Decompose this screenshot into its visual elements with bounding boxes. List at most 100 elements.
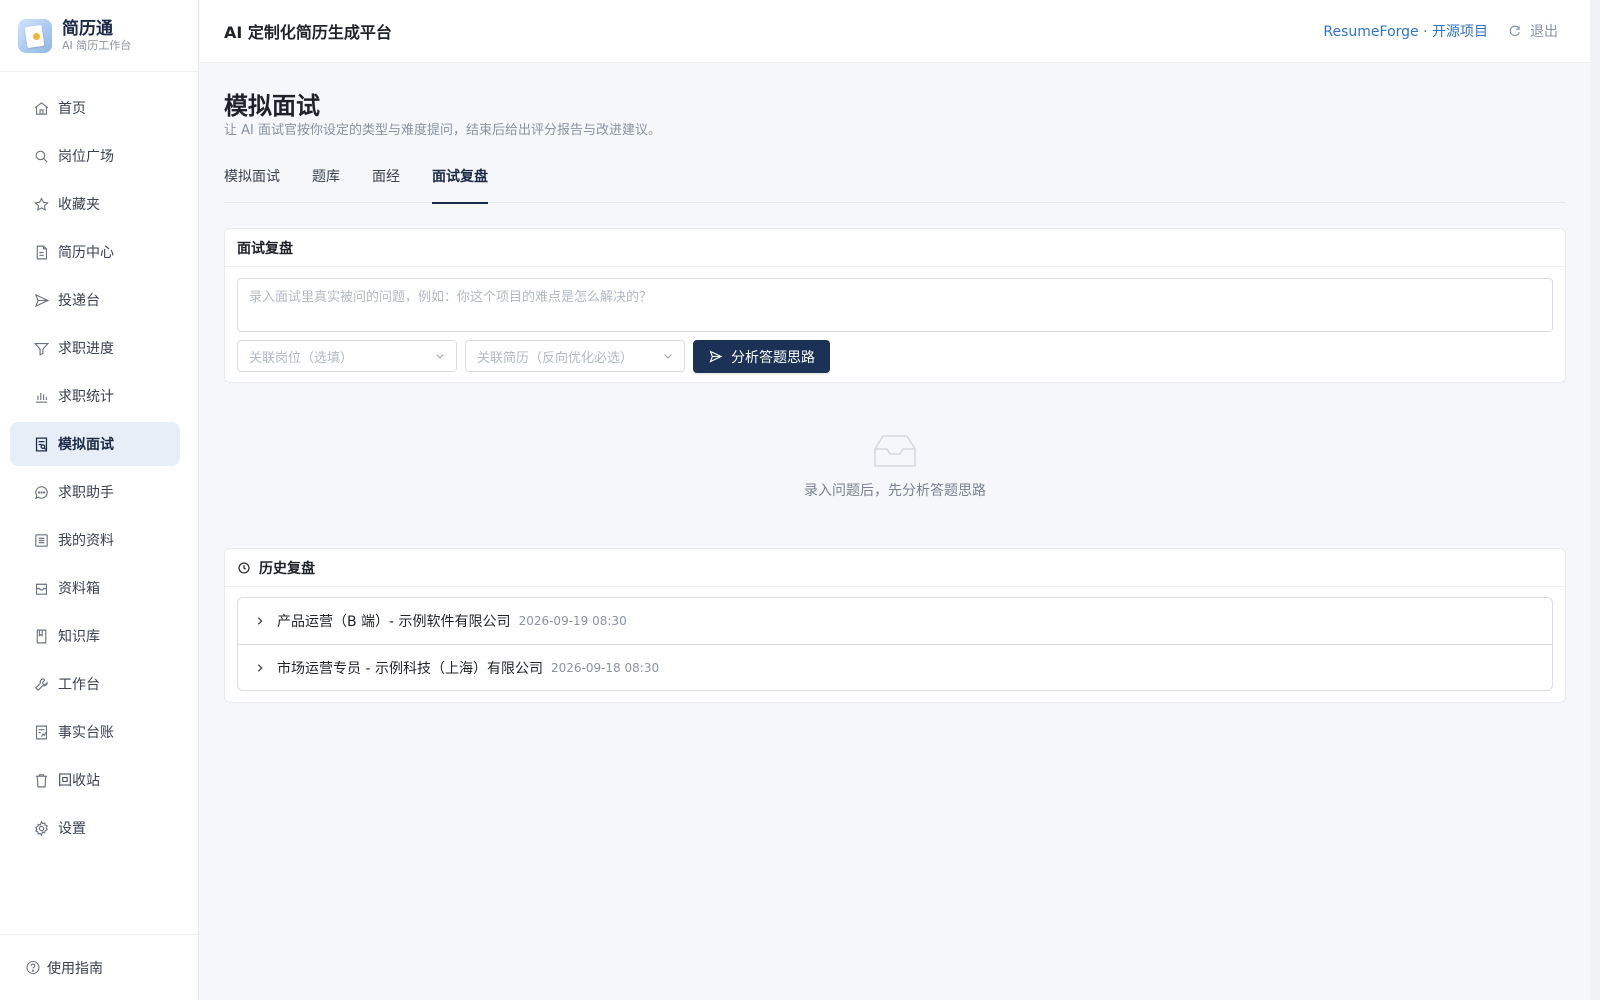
trash-icon [32, 771, 50, 789]
history-item-title: 产品运营（B 端）- 示例软件有限公司 [277, 614, 511, 630]
interview-icon [32, 435, 50, 453]
sidebar-item-label: 投递台 [58, 293, 100, 309]
logout-icon [1509, 25, 1520, 36]
tab-question-bank[interactable]: 题库 [312, 162, 340, 203]
star-icon [32, 195, 50, 213]
sidebar-item-resume-center[interactable]: 简历中心 [10, 230, 180, 274]
sidebar-item-label: 求职助手 [58, 485, 114, 501]
sidebar-item-label: 首页 [58, 101, 86, 117]
review-card-title: 面试复盘 [225, 229, 1565, 267]
analyze-button-label: 分析答题思路 [731, 349, 815, 366]
sidebar-item-job-square[interactable]: 岗位广场 [10, 134, 180, 178]
brand-subtitle: AI 简历工作台 [62, 38, 132, 52]
position-select-placeholder: 关联岗位（选填） [249, 350, 354, 366]
sidebar-item-settings[interactable]: 设置 [10, 806, 180, 850]
interview-tabs: 模拟面试 题库 面经 面试复盘 [224, 162, 1566, 204]
tab-mock-interview[interactable]: 模拟面试 [224, 162, 280, 203]
tab-interview-review[interactable]: 面试复盘 [432, 162, 488, 204]
sidebar-item-home[interactable]: 首页 [10, 86, 180, 130]
analyze-button[interactable]: 分析答题思路 [693, 340, 830, 373]
page-scrollbar[interactable] [1590, 0, 1600, 1000]
brand-name: 简历通 [62, 18, 113, 39]
gear-icon [32, 819, 50, 837]
sidebar-item-label: 事实台账 [58, 725, 114, 741]
empty-state-text: 录入问题后，先分析答题思路 [804, 482, 986, 499]
page-title: 模拟面试 [224, 92, 320, 120]
chevron-right-icon [257, 617, 263, 625]
send-icon [709, 350, 723, 363]
sidebar-item-label: 岗位广场 [58, 149, 114, 165]
ledger-icon [32, 723, 50, 741]
filter-icon [32, 339, 50, 357]
history-list: 产品运营（B 端）- 示例软件有限公司 2026-09-19 08:30 市场运… [237, 597, 1553, 691]
sidebar-item-fact-ledger[interactable]: 事实台账 [10, 710, 180, 754]
sidebar-item-label: 设置 [58, 821, 86, 837]
sidebar-item-mock-interview[interactable]: 模拟面试 [10, 422, 180, 466]
sidebar-item-label: 知识库 [58, 629, 100, 645]
sidebar-item-label: 模拟面试 [58, 437, 114, 453]
sidebar-item-label: 收藏夹 [58, 197, 100, 213]
user-guide-link[interactable]: 使用指南 [0, 934, 199, 1000]
chat-icon [32, 483, 50, 501]
top-header: AI 定制化简历生成平台 ResumeForge · 开源项目 退出 [200, 0, 1590, 63]
sidebar-item-label: 简历中心 [58, 245, 114, 261]
empty-inbox-icon [874, 434, 916, 467]
history-item-title: 市场运营专员 - 示例科技（上海）有限公司 [277, 660, 543, 677]
sidebar-item-favorites[interactable]: 收藏夹 [10, 182, 180, 226]
review-controls: 关联岗位（选填） 关联简历（反向优化必选） 分析答题思路 [237, 340, 1553, 373]
send-icon [32, 291, 50, 309]
history-item[interactable]: 产品运营（B 端）- 示例软件有限公司 2026-09-19 08:30 [238, 598, 1552, 644]
sidebar-item-label: 我的资料 [58, 533, 114, 549]
chevron-down-icon [664, 354, 672, 359]
history-item[interactable]: 市场运营专员 - 示例科技（上海）有限公司 2026-09-18 08:30 [238, 644, 1552, 690]
chevron-right-icon [257, 663, 263, 672]
position-select[interactable]: 关联岗位（选填） [237, 340, 457, 372]
history-card-title: 历史复盘 [259, 560, 315, 577]
chevron-down-icon [436, 354, 444, 359]
empty-state: 录入问题后，先分析答题思路 [224, 383, 1566, 548]
user-guide-label: 使用指南 [47, 960, 103, 977]
search-icon [32, 147, 50, 165]
sidebar-item-label: 资料箱 [58, 581, 100, 597]
document-icon [32, 243, 50, 261]
logout-label: 退出 [1530, 24, 1558, 40]
inbox-icon [32, 579, 50, 597]
sidebar-item-assistant[interactable]: 求职助手 [10, 470, 180, 514]
page-description: 让 AI 面试官按你设定的类型与难度提问，结束后给出评分报告与改进建议。 [224, 123, 661, 138]
resume-select-placeholder: 关联简历（反向优化必选） [477, 350, 634, 366]
history-item-date: 2026-09-19 08:30 [518, 614, 627, 628]
sidebar-item-material-box[interactable]: 资料箱 [10, 566, 180, 610]
sidebar-item-knowledge-base[interactable]: 知识库 [10, 614, 180, 658]
sidebar-item-statistics[interactable]: 求职统计 [10, 374, 180, 418]
profile-list-icon [32, 531, 50, 549]
sidebar-item-label: 求职统计 [58, 389, 114, 405]
logout-button[interactable]: 退出 [1508, 21, 1558, 41]
sidebar-item-label: 求职进度 [58, 341, 114, 357]
question-input[interactable] [237, 278, 1553, 332]
brand-logo-icon [18, 18, 52, 53]
history-item-date: 2026-09-18 08:30 [550, 660, 660, 675]
review-card: 面试复盘 关联岗位（选填） 关联简历（反向优化必选） 分析答题思路 [224, 228, 1566, 383]
history-clock-icon [238, 561, 250, 574]
brand[interactable]: 简历通 AI 简历工作台 [0, 0, 198, 72]
main-content: 模拟面试 让 AI 面试官按你设定的类型与难度提问，结束后给出评分报告与改进建议… [224, 63, 1566, 703]
app-title: AI 定制化简历生成平台 [224, 23, 392, 42]
home-icon [32, 99, 50, 117]
sidebar-item-workbench[interactable]: 工作台 [10, 662, 180, 706]
sidebar-item-delivery[interactable]: 投递台 [10, 278, 180, 322]
tab-interview-experience[interactable]: 面经 [372, 162, 400, 203]
wrench-icon [32, 675, 50, 693]
sidebar-item-my-profile[interactable]: 我的资料 [10, 518, 180, 562]
sidebar-item-recycle-bin[interactable]: 回收站 [10, 758, 180, 802]
history-card: 历史复盘 产品运营（B 端）- 示例软件有限公司 2026-09-19 08:3… [224, 548, 1566, 703]
history-card-header: 历史复盘 [225, 549, 1565, 587]
sidebar: 简历通 AI 简历工作台 首页 岗位广场 收藏夹 简历中心 投递台 求职进度 求… [0, 0, 199, 1000]
sidebar-item-label: 回收站 [58, 773, 100, 789]
book-icon [32, 627, 50, 645]
sidebar-item-progress[interactable]: 求职进度 [10, 326, 180, 370]
sidebar-nav: 首页 岗位广场 收藏夹 简历中心 投递台 求职进度 求职统计 模拟面试 求职助手… [0, 72, 198, 850]
bar-chart-icon [32, 387, 50, 405]
github-project-link[interactable]: ResumeForge · 开源项目 [1323, 21, 1488, 41]
resume-select[interactable]: 关联简历（反向优化必选） [465, 340, 685, 372]
sidebar-item-label: 工作台 [58, 677, 100, 693]
